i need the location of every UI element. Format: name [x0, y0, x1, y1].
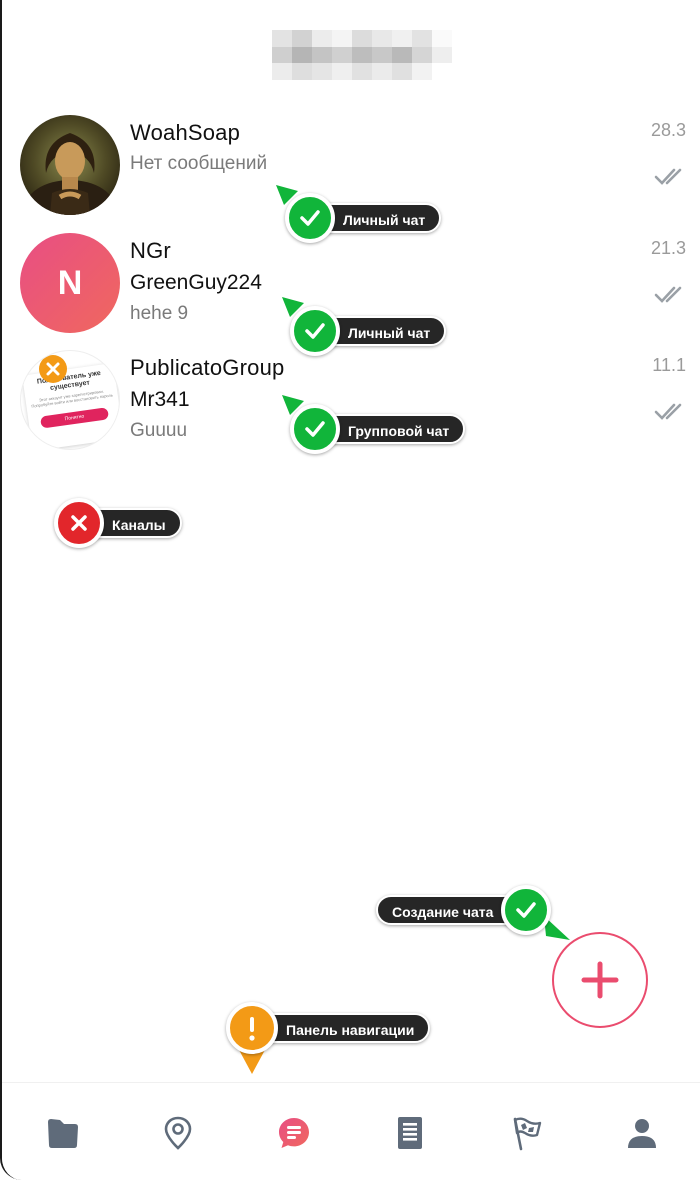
location-pin-icon — [164, 1116, 192, 1150]
chat-last-message: hehe 9 — [130, 303, 189, 324]
chat-date: 28.3 — [650, 120, 686, 140]
plus-icon — [581, 961, 619, 999]
header-title-redacted — [272, 30, 452, 80]
chat-date: 21.3 — [650, 238, 686, 258]
profile-icon — [628, 1119, 656, 1148]
chat-icon — [279, 1118, 309, 1148]
chat-subtitle: GreenGuy224 — [130, 271, 262, 294]
nav-profile[interactable] — [620, 1111, 664, 1155]
nav-chats[interactable] — [272, 1111, 316, 1155]
check-icon — [290, 404, 340, 454]
nav-folder[interactable] — [40, 1111, 84, 1155]
check-icon — [285, 193, 335, 243]
avatar: Пользователь уже существует Этот аккаунт… — [20, 350, 120, 450]
avatar-letter: N — [57, 263, 83, 302]
avatar — [20, 115, 120, 215]
bottom-navigation — [2, 1082, 700, 1180]
annotation-personal-chat-1: Личный чат — [285, 193, 442, 243]
nav-map[interactable] — [156, 1111, 200, 1155]
chat-name: NGr — [130, 238, 171, 263]
document-icon — [398, 1117, 422, 1149]
flag-icon — [513, 1117, 542, 1151]
nav-documents[interactable] — [388, 1111, 432, 1155]
annotation-create-chat: Создание чата — [376, 885, 552, 935]
annotation-label: Панель навигации — [252, 1013, 431, 1043]
chat-subtitle: Mr341 — [130, 388, 190, 411]
annotation-channels: Каналы — [54, 498, 182, 548]
avatar: N — [20, 233, 120, 333]
double-check-icon — [654, 286, 682, 303]
warning-icon — [226, 1002, 278, 1054]
double-check-icon — [654, 403, 682, 420]
close-icon — [39, 355, 67, 383]
chat-name: PublicatoGroup — [130, 355, 285, 380]
double-check-icon — [654, 168, 682, 185]
nav-flags[interactable] — [504, 1111, 548, 1155]
annotation-navigation-panel: Панель навигации — [226, 1002, 431, 1054]
chat-last-message: Guuuu — [130, 420, 188, 441]
app-screen: WoahSoap Нет сообщений 28.3 N NGr GreenG… — [0, 0, 700, 1180]
annotation-group-chat: Групповой чат — [290, 404, 466, 454]
folder-icon — [48, 1119, 78, 1148]
chat-subtitle: Нет сообщений — [130, 153, 268, 174]
chat-name: WoahSoap — [130, 120, 241, 145]
check-icon — [290, 306, 340, 356]
chat-date: 11.1 — [652, 355, 686, 375]
annotation-personal-chat-2: Личный чат — [290, 306, 447, 356]
create-chat-button[interactable] — [552, 932, 648, 1028]
cross-icon — [54, 498, 104, 548]
